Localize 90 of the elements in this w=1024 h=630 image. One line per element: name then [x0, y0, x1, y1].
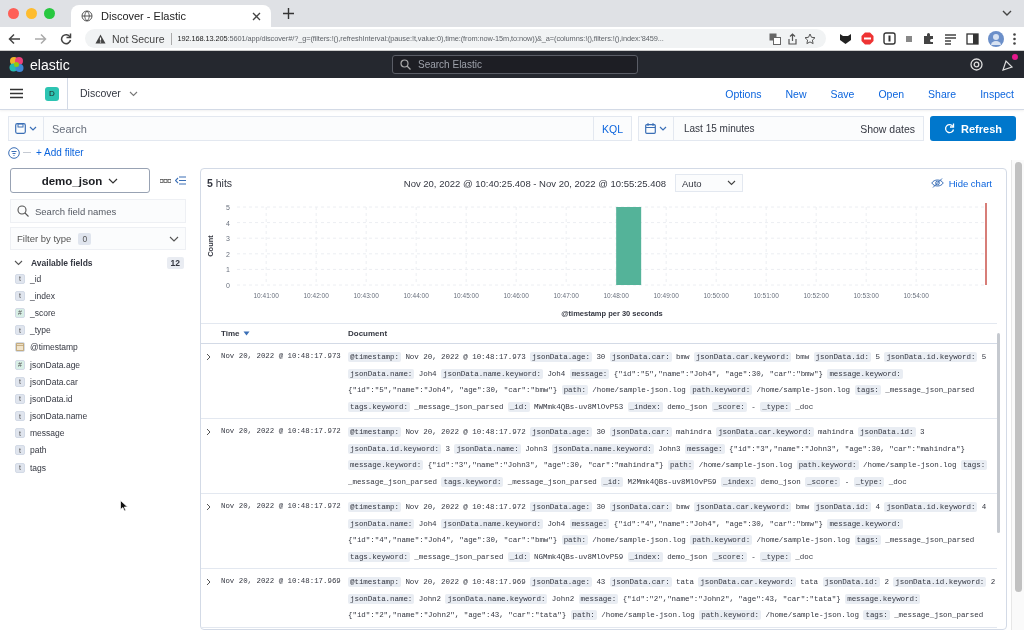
filter-menu-icon[interactable] [8, 146, 20, 159]
top-nav-link[interactable]: Save [830, 87, 855, 100]
date-range-text: Nov 20, 2022 @ 10:40:25.408 - Nov 20, 2022 @ 10:55:25.408 [403, 177, 667, 189]
save-icon [15, 123, 26, 134]
star-icon[interactable] [804, 32, 816, 45]
column-header[interactable]: Time [221, 329, 348, 338]
top-nav-link[interactable]: New [785, 87, 807, 100]
chevron-down-icon[interactable] [1002, 10, 1012, 17]
field-name[interactable]: path [30, 445, 47, 456]
top-nav-link[interactable]: Share [928, 87, 957, 100]
field-count-badge: 12 [166, 257, 184, 269]
chevron-right-icon[interactable] [205, 578, 212, 586]
more-icon[interactable] [1013, 32, 1016, 45]
chevron-right-icon[interactable] [205, 503, 212, 511]
eye-slash-icon [930, 178, 944, 188]
collapse-sidebar-icon[interactable] [175, 176, 186, 185]
field-name[interactable]: message [30, 428, 65, 439]
field-name[interactable]: jsonData.id [30, 393, 73, 404]
scrollbar[interactable] [1014, 162, 1022, 592]
app-breadcrumb[interactable]: Discover [67, 78, 121, 109]
field-search-field[interactable]: Search field names [10, 199, 186, 223]
refresh-icon [944, 123, 955, 134]
index-pattern-button[interactable]: demo_json [10, 168, 150, 193]
avatar-icon[interactable] [988, 30, 1004, 47]
newsfeed-icon[interactable] [1001, 58, 1014, 71]
search-field[interactable]: Search [52, 122, 593, 135]
top-nav-link[interactable]: Open [878, 87, 905, 100]
chevron-down-icon [727, 180, 737, 186]
logo-text: elastic [30, 56, 70, 73]
calendar-icon [645, 123, 656, 134]
chevron-right-icon[interactable] [205, 428, 212, 436]
language-button[interactable]: KQL [593, 117, 631, 140]
reload-icon[interactable] [60, 32, 72, 45]
reading-list-icon[interactable] [944, 32, 957, 45]
side-panel-icon[interactable] [966, 32, 979, 45]
field-name[interactable]: _index [30, 290, 56, 301]
puzzle-icon[interactable] [922, 32, 935, 45]
field-name[interactable]: _score [30, 307, 56, 318]
help-icon[interactable] [970, 58, 983, 71]
globe-icon [81, 10, 93, 22]
chevron-down-icon [29, 125, 37, 132]
more-icon[interactable] [160, 178, 171, 183]
logo-icon[interactable] [8, 56, 25, 73]
space-avatar[interactable]: D [45, 86, 59, 101]
search-field[interactable]: Search Elastic [392, 55, 638, 74]
chevron-down-icon[interactable] [14, 260, 23, 266]
extension-icon[interactable] [883, 32, 896, 45]
cursor-icon [120, 500, 128, 511]
field-name[interactable]: jsonData.name [30, 411, 88, 422]
translate-icon[interactable] [769, 32, 781, 45]
column-header[interactable]: Document [348, 329, 388, 338]
query-bar[interactable]: Search KQL [8, 116, 632, 141]
hide-chart-link[interactable]: Hide chart [930, 177, 992, 189]
field-name[interactable]: @timestamp [30, 342, 78, 353]
sort-down-icon[interactable] [242, 331, 250, 336]
extension-icon[interactable] [839, 32, 852, 45]
browser-tab[interactable]: Discover - Elastic [71, 5, 271, 27]
chevron-right-icon[interactable] [205, 353, 212, 361]
chevron-down-icon[interactable] [128, 90, 138, 97]
warning-icon [95, 33, 106, 44]
interval-select[interactable]: Auto [675, 174, 744, 192]
chevron-down-icon [108, 177, 119, 184]
close-icon[interactable] [252, 11, 261, 21]
calendar-icon [15, 342, 25, 353]
add-filter-link[interactable]: + Add filter [36, 147, 84, 158]
filter-by-type-button[interactable]: Filter by type 0 [10, 227, 186, 250]
field-name[interactable]: tags [30, 462, 47, 473]
adblock-icon[interactable] [861, 32, 874, 45]
scrollbar[interactable] [997, 333, 1000, 533]
tab-title: Discover - Elastic [101, 10, 187, 22]
back-icon[interactable] [8, 32, 21, 45]
chevron-down-icon [659, 125, 667, 132]
menu-icon[interactable] [10, 88, 23, 99]
search-icon [400, 59, 411, 70]
refresh-button[interactable]: Refresh [930, 116, 1016, 141]
new-tab-icon[interactable] [283, 8, 294, 19]
field-name[interactable]: jsonData.car [30, 376, 78, 387]
show-dates-link[interactable]: Show dates [860, 122, 915, 135]
chevron-down-icon [169, 235, 179, 242]
top-nav-link[interactable]: Inspect [980, 87, 1014, 100]
security-label: Not Secure [112, 32, 165, 45]
field-name[interactable]: _type [30, 325, 51, 336]
search-icon [17, 205, 29, 217]
time-range-text[interactable]: Last 15 minutes [684, 123, 755, 134]
share-icon[interactable] [787, 32, 798, 45]
field-name[interactable]: jsonData.age [30, 359, 81, 370]
hits-count: 5 hits [207, 177, 233, 189]
field-name[interactable]: _id [30, 273, 42, 284]
top-nav-link[interactable]: Options [725, 87, 762, 100]
section-title[interactable]: Available fields [31, 258, 93, 268]
